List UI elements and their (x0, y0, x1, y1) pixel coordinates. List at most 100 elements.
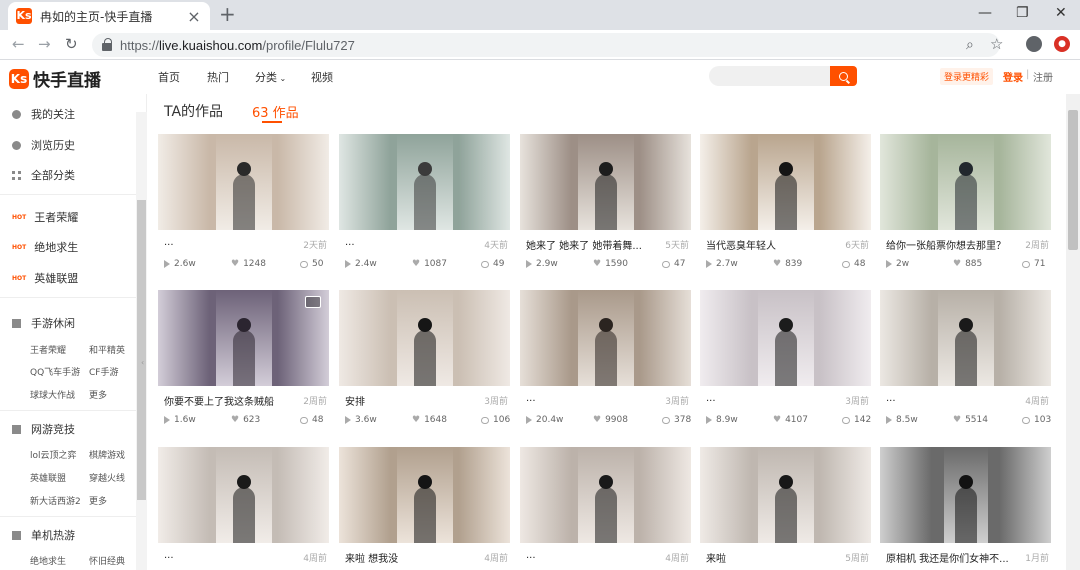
search-input[interactable] (709, 66, 831, 86)
video-title[interactable]: 来啦 (706, 550, 831, 565)
video-thumbnail[interactable] (880, 290, 1051, 386)
sidebar-sublink[interactable]: 球球大作战 (30, 388, 75, 401)
close-window-icon[interactable]: ✕ (1055, 5, 1067, 21)
video-time: 3周前 (845, 397, 869, 407)
sidebar-section-mobile[interactable]: 手游休闲 (12, 315, 75, 331)
profile-avatar-icon[interactable] (1026, 36, 1042, 52)
sidebar-hot-item[interactable]: HOT 英雄联盟 (12, 270, 78, 286)
video-thumbnail[interactable] (700, 290, 871, 386)
video-thumbnail[interactable] (700, 134, 871, 230)
sidebar-sublink[interactable]: 新大话西游2 (30, 494, 81, 507)
video-title[interactable]: 给你一张船票你想去那里？ (886, 237, 1011, 252)
video-thumbnail[interactable] (520, 134, 691, 230)
video-thumbnail[interactable] (158, 447, 329, 543)
video-thumbnail[interactable] (339, 447, 510, 543)
video-thumbnail[interactable] (158, 134, 329, 230)
video-thumbnail[interactable] (520, 447, 691, 543)
video-thumbnail[interactable] (339, 134, 510, 230)
collapse-arrow-icon[interactable]: ‹ (141, 358, 144, 367)
video-card[interactable]: ... 4周前 8.5w ♥ 5514 103 (880, 290, 1051, 436)
site-logo[interactable]: Ks 快手直播 (9, 66, 101, 91)
video-thumbnail[interactable] (880, 447, 1051, 543)
works-count-tab[interactable]: 63 作品 (252, 102, 299, 121)
page-scrollbar-thumb[interactable] (1068, 110, 1078, 250)
video-thumbnail[interactable] (339, 290, 510, 386)
video-title[interactable]: ... (886, 393, 1011, 404)
person-body-shape (595, 487, 617, 543)
sidebar-sublink[interactable]: 王者荣耀 (30, 343, 66, 356)
nav-video[interactable]: 视频 (311, 69, 333, 85)
sidebar-item-follows[interactable]: 我的关注 (12, 106, 75, 122)
video-thumbnail[interactable] (520, 290, 691, 386)
sidebar-section-online[interactable]: 网游竞技 (12, 421, 75, 437)
address-bar[interactable]: https://live.kuaishou.com/profile/Flulu7… (92, 33, 1003, 57)
video-card[interactable]: 她来了 她来了 她带着舞... 5天前 2.9w ♥ 1590 47 (520, 134, 691, 280)
back-arrow-icon[interactable]: ← (12, 36, 25, 52)
sidebar-hot-item[interactable]: HOT 王者荣耀 (12, 209, 78, 225)
heart-icon: ♥ (773, 415, 782, 425)
zoom-search-icon[interactable]: ⌕ (966, 37, 974, 53)
search-button[interactable] (830, 66, 857, 86)
forward-arrow-icon[interactable]: → (38, 36, 51, 52)
video-title[interactable]: 当代恶臭年轻人 (706, 237, 831, 252)
sidebar-sublink[interactable]: QQ飞车手游 (30, 365, 80, 378)
star-bookmark-icon[interactable]: ☆ (990, 35, 1003, 53)
video-card[interactable]: ... 4周前 (158, 447, 329, 570)
video-card[interactable]: 给你一张船票你想去那里？ 2周前 2w ♥ 885 71 (880, 134, 1051, 280)
video-card[interactable]: 来啦 5周前 (700, 447, 871, 570)
extension-icon[interactable]: ● (1054, 36, 1070, 52)
video-thumbnail[interactable] (880, 134, 1051, 230)
video-title[interactable]: 她来了 她来了 她带着舞... (526, 237, 651, 252)
minimize-icon[interactable]: — (978, 5, 992, 21)
video-title[interactable]: ... (526, 550, 651, 561)
video-title[interactable]: ... (164, 550, 289, 561)
sidebar-item-history[interactable]: 浏览历史 (12, 137, 75, 153)
video-title[interactable]: 原相机 我还是你们女神不... (886, 550, 1011, 565)
video-card[interactable]: 当代恶臭年轻人 6天前 2.7w ♥ 839 48 (700, 134, 871, 280)
sidebar-sublink[interactable]: 棋牌游戏 (89, 448, 125, 461)
sidebar-sublink[interactable]: 和平精英 (89, 343, 125, 356)
sidebar-sublink[interactable]: 英雄联盟 (30, 471, 66, 484)
reload-icon[interactable]: ↻ (65, 36, 78, 52)
nav-category[interactable]: 分类 ⌄ (255, 69, 286, 85)
new-tab-icon[interactable]: + (219, 4, 236, 24)
video-card[interactable]: 你要不要上了我这条贼船 2周前 1.6w ♥ 623 48 (158, 290, 329, 436)
video-title[interactable]: ... (345, 237, 470, 248)
video-title[interactable]: 你要不要上了我这条贼船 (164, 393, 289, 408)
sidebar-hot-item[interactable]: HOT 绝地求生 (12, 239, 78, 255)
url-text: https://live.kuaishou.com/profile/Flulu7… (120, 37, 355, 53)
video-card[interactable]: ... 2天前 2.6w ♥ 1248 50 (158, 134, 329, 280)
video-card[interactable]: 原相机 我还是你们女神不... 1月前 (880, 447, 1051, 570)
video-thumbnail[interactable] (158, 290, 329, 386)
sidebar-item-categories[interactable]: 全部分类 (12, 167, 75, 183)
video-title[interactable]: ... (526, 393, 651, 404)
video-title[interactable]: ... (164, 237, 289, 248)
works-heading[interactable]: TA的作品 (164, 101, 223, 121)
sidebar-sublink[interactable]: 穿越火线 (89, 471, 125, 484)
video-title[interactable]: 安排 (345, 393, 470, 408)
nav-home[interactable]: 首页 (158, 69, 180, 85)
sidebar-section-console[interactable]: 单机热游 (12, 527, 75, 543)
sidebar-sublink[interactable]: 怀旧经典 (89, 554, 125, 567)
close-tab-icon[interactable]: × (186, 7, 202, 26)
login-link[interactable]: 登录 (1003, 69, 1023, 84)
browser-tab[interactable]: Ks 冉如的主页-快手直播 × (8, 2, 210, 30)
video-thumbnail[interactable] (700, 447, 871, 543)
sidebar-sublink[interactable]: CF手游 (89, 365, 118, 378)
sidebar-more-link[interactable]: 更多 (89, 494, 107, 507)
restore-icon[interactable]: ❐ (1016, 5, 1029, 21)
video-card[interactable]: ... 4周前 (520, 447, 691, 570)
video-title[interactable]: 来啦 想我没 (345, 550, 470, 565)
video-card[interactable]: 安排 3周前 3.6w ♥ 1648 106 (339, 290, 510, 436)
nav-hot[interactable]: 热门 (207, 69, 229, 85)
video-card[interactable]: 来啦 想我没 4周前 (339, 447, 510, 570)
register-link[interactable]: 注册 (1033, 69, 1053, 84)
sidebar-sublink[interactable]: 绝地求生 (30, 554, 66, 567)
sidebar-more-link[interactable]: 更多 (89, 388, 107, 401)
video-title[interactable]: ... (706, 393, 831, 404)
video-card[interactable]: ... 3周前 20.4w ♥ 9908 378 (520, 290, 691, 436)
video-card[interactable]: ... 4天前 2.4w ♥ 1087 49 (339, 134, 510, 280)
video-card[interactable]: ... 3周前 8.9w ♥ 4107 142 (700, 290, 871, 436)
sidebar-sublink[interactable]: lol云顶之弈 (30, 448, 77, 461)
sidebar-scrollbar-thumb[interactable] (137, 200, 146, 500)
